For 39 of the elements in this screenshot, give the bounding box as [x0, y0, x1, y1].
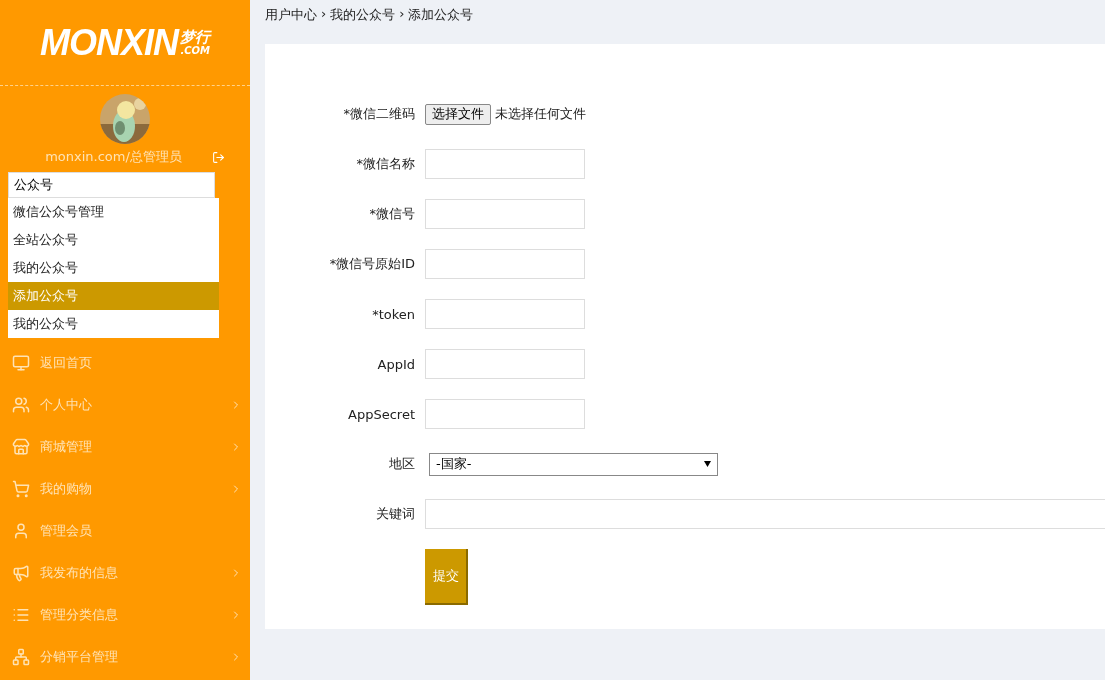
- search-field[interactable]: 公众号: [8, 172, 215, 198]
- logo-domain: .COM: [180, 45, 210, 56]
- field-label: AppSecret: [347, 406, 415, 422]
- breadcrumb-separator: ›: [321, 6, 327, 23]
- logo-chinese: 梦行: [180, 29, 210, 45]
- field-label: 地区: [388, 455, 415, 473]
- field-label: *token: [371, 306, 415, 322]
- input-field[interactable]: [425, 249, 585, 279]
- field-label: *微信名称: [355, 155, 415, 173]
- breadcrumb-separator: ›: [399, 6, 405, 23]
- monitor-icon: [12, 354, 30, 372]
- megaphone-icon: [12, 564, 30, 582]
- logout-icon[interactable]: [211, 150, 225, 164]
- sitemap-icon: [12, 648, 30, 666]
- field-label: AppId: [376, 356, 415, 372]
- field-label: *微信二维码: [342, 105, 415, 123]
- breadcrumb-link[interactable]: 添加公众号: [408, 6, 474, 44]
- logo-text: MONXIN: [40, 21, 178, 64]
- store-icon: [12, 438, 30, 456]
- breadcrumb-link[interactable]: 我的公众号: [330, 6, 396, 44]
- field-label: 关键词: [375, 505, 415, 523]
- input-field[interactable]: [425, 199, 585, 229]
- field-label: *微信号原始ID: [328, 255, 415, 273]
- users-icon: [12, 396, 30, 414]
- user-name: monxin.com/总管理员: [45, 148, 182, 166]
- list-icon: [12, 606, 30, 624]
- file-status: 未选择任何文件: [495, 105, 586, 123]
- choose-file-button[interactable]: 选择文件: [425, 103, 491, 125]
- input-field[interactable]: [425, 349, 585, 379]
- region-select[interactable]: -国家-: [429, 452, 718, 476]
- breadcrumb-link[interactable]: 用户中心: [265, 6, 317, 44]
- input-field[interactable]: [425, 499, 1105, 529]
- user-icon: [12, 522, 30, 540]
- input-field[interactable]: [425, 149, 585, 179]
- field-label: *微信号: [368, 205, 415, 223]
- input-field[interactable]: [425, 299, 585, 329]
- cart-icon: [12, 480, 30, 498]
- caret-icon: [704, 461, 711, 467]
- input-field[interactable]: [425, 399, 585, 429]
